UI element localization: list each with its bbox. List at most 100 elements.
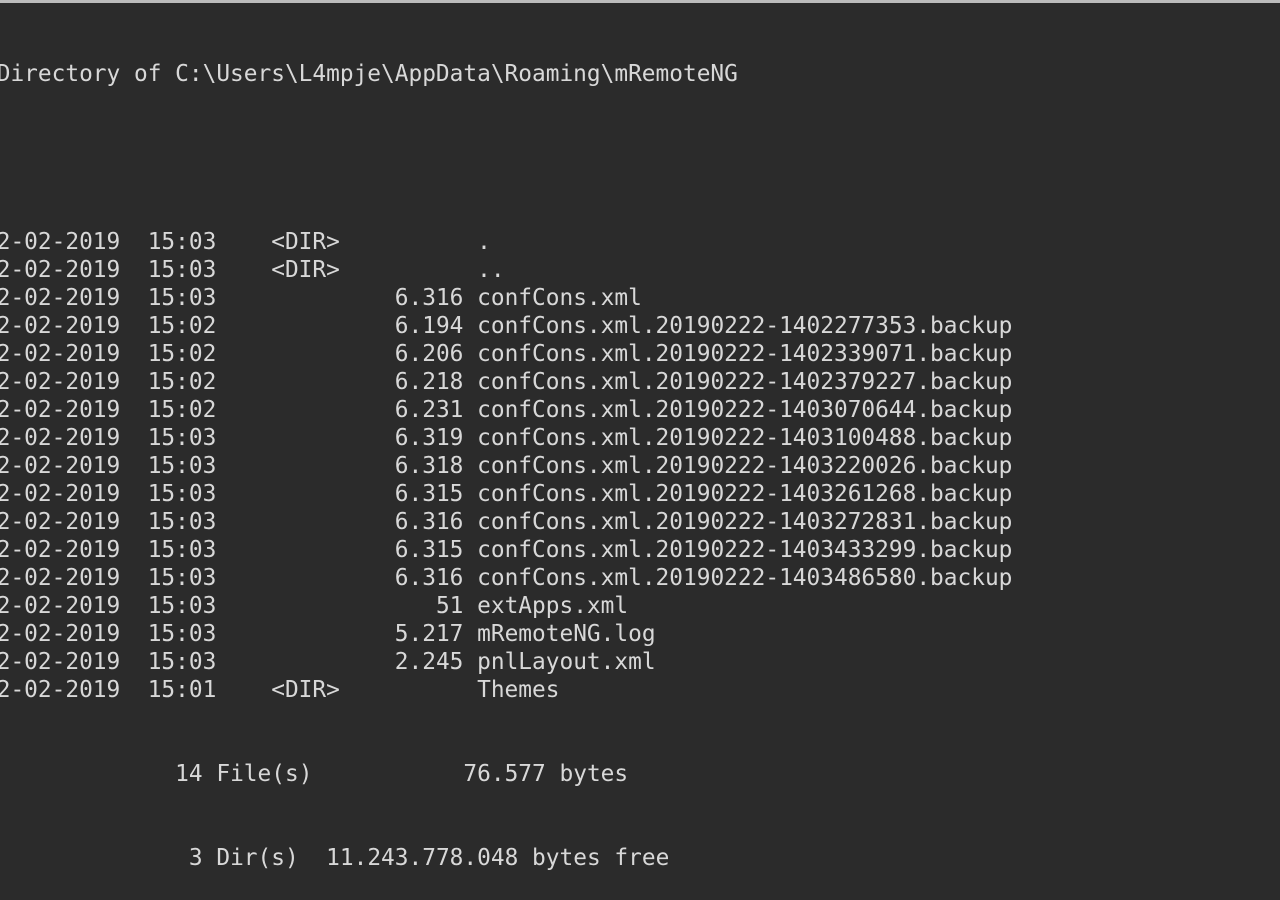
listing-row: 22-02-2019 15:02 6.218 confCons.xml.2019… [0, 368, 1280, 396]
files-bytes-pad [312, 761, 463, 787]
entry-name: confCons.xml.20190222-1403100488.backup [477, 425, 1013, 451]
entry-dir-marker: <DIR> [271, 229, 340, 255]
entry-size: 51 [435, 593, 464, 619]
files-bytes: 76.577 [463, 761, 546, 787]
dirs-summary-line: 3 Dir(s) 11.243.778.048 bytes free [0, 844, 1280, 872]
entry-date: 22-02-2019 [0, 649, 121, 675]
entry-date: 22-02-2019 [0, 397, 121, 423]
listing-row: 22-02-2019 15:03 6.315 confCons.xml.2019… [0, 480, 1280, 508]
listing-row: 22-02-2019 15:03 6.316 confCons.xml [0, 284, 1280, 312]
entry-name: confCons.xml.20190222-1403220026.backup [477, 453, 1013, 479]
entry-name: Themes [477, 677, 560, 703]
listing-row: 22-02-2019 15:03 2.245 pnlLayout.xml [0, 648, 1280, 676]
entry-size: 6.319 [394, 425, 464, 451]
entry-date: 22-02-2019 [0, 481, 121, 507]
entry-time: 15:03 [147, 593, 217, 619]
entry-name: confCons.xml.20190222-1403433299.backup [477, 537, 1013, 563]
entry-time: 15:03 [147, 481, 217, 507]
entry-size: 6.316 [394, 285, 464, 311]
listing-row: 22-02-2019 15:02 6.206 confCons.xml.2019… [0, 340, 1280, 368]
entry-name: confCons.xml.20190222-1403486580.backup [477, 565, 1013, 591]
entry-size: 6.206 [394, 341, 464, 367]
entry-time: 15:03 [147, 229, 217, 255]
entry-time: 15:02 [147, 313, 217, 339]
entry-date: 22-02-2019 [0, 453, 121, 479]
entry-size: 6.316 [394, 509, 464, 535]
entry-time: 15:02 [147, 397, 217, 423]
dirs-summary-pad [0, 845, 189, 871]
entry-time: 15:03 [147, 649, 217, 675]
listing-row: 22-02-2019 15:03 6.315 confCons.xml.2019… [0, 536, 1280, 564]
entry-time: 15:03 [147, 621, 217, 647]
listing-row: 22-02-2019 15:03 51 extApps.xml [0, 592, 1280, 620]
entry-date: 22-02-2019 [0, 677, 121, 703]
dirs-unit: bytes free [532, 845, 670, 871]
entry-size: 6.194 [394, 313, 464, 339]
entry-name: confCons.xml.20190222-1403272831.backup [477, 509, 1013, 535]
dirs-bytes-pad [299, 845, 326, 871]
listing-row: 22-02-2019 15:03 6.316 confCons.xml.2019… [0, 508, 1280, 536]
listing-row: 22-02-2019 15:03 6.316 confCons.xml.2019… [0, 564, 1280, 592]
listing-row: 22-02-2019 15:03 <DIR> .. [0, 256, 1280, 284]
entry-date: 22-02-2019 [0, 425, 121, 451]
listing-row: 22-02-2019 15:02 6.194 confCons.xml.2019… [0, 312, 1280, 340]
dirs-bytes: 11.243.778.048 [326, 845, 519, 871]
files-summary-pad [0, 761, 175, 787]
entry-time: 15:03 [147, 453, 217, 479]
entry-date: 22-02-2019 [0, 257, 121, 283]
entry-date: 22-02-2019 [0, 369, 121, 395]
entry-name: .. [477, 257, 505, 283]
window-top-border [0, 0, 1280, 3]
entry-name: extApps.xml [477, 593, 629, 619]
entry-time: 15:03 [147, 537, 217, 563]
entry-date: 22-02-2019 [0, 537, 121, 563]
listing-row: 22-02-2019 15:03 5.217 mRemoteNG.log [0, 620, 1280, 648]
entry-date: 22-02-2019 [0, 593, 121, 619]
entry-time: 15:03 [147, 425, 217, 451]
entry-date: 22-02-2019 [0, 565, 121, 591]
entry-size: 5.217 [394, 621, 464, 647]
entry-size: 6.231 [394, 397, 464, 423]
entry-name: confCons.xml.20190222-1403261268.backup [477, 481, 1013, 507]
dirs-count: 3 [188, 845, 203, 871]
files-label: File(s) [216, 761, 313, 787]
entry-time: 15:03 [147, 285, 217, 311]
dirs-label: Dir(s) [216, 845, 299, 871]
entry-size: 6.316 [394, 565, 464, 591]
entry-date: 22-02-2019 [0, 621, 121, 647]
entry-time: 15:03 [147, 257, 217, 283]
entry-date: 22-02-2019 [0, 509, 121, 535]
entry-size: 2.245 [394, 649, 464, 675]
entry-size: 6.315 [394, 537, 464, 563]
entry-name: confCons.xml.20190222-1402277353.backup [477, 313, 1013, 339]
entry-size: 6.318 [394, 453, 464, 479]
entry-name: confCons.xml [477, 285, 642, 311]
entry-date: 22-02-2019 [0, 313, 121, 339]
listing-row: 22-02-2019 15:02 6.231 confCons.xml.2019… [0, 396, 1280, 424]
entry-name: pnlLayout.xml [477, 649, 656, 675]
directory-listing: 22-02-2019 15:03 <DIR> .22-02-2019 15:03… [0, 228, 1280, 704]
entry-dir-marker: <DIR> [271, 677, 340, 703]
entry-size: 6.315 [394, 481, 464, 507]
entry-time: 15:01 [147, 677, 217, 703]
entry-name: . [477, 229, 491, 255]
entry-time: 15:02 [147, 369, 217, 395]
listing-row: 22-02-2019 15:03 6.318 confCons.xml.2019… [0, 452, 1280, 480]
entry-name: confCons.xml.20190222-1402379227.backup [477, 369, 1013, 395]
entry-date: 22-02-2019 [0, 285, 121, 311]
entry-time: 15:03 [147, 565, 217, 591]
files-unit: bytes [559, 761, 629, 787]
entry-size: 6.218 [394, 369, 464, 395]
listing-row: 22-02-2019 15:03 6.319 confCons.xml.2019… [0, 424, 1280, 452]
listing-row: 22-02-2019 15:01 <DIR> Themes [0, 676, 1280, 704]
entry-date: 22-02-2019 [0, 341, 121, 367]
entry-name: confCons.xml.20190222-1402339071.backup [477, 341, 1013, 367]
listing-row: 22-02-2019 15:03 <DIR> . [0, 228, 1280, 256]
entry-time: 15:03 [147, 509, 217, 535]
files-summary-line: 14 File(s) 76.577 bytes [0, 760, 1280, 788]
entry-time: 15:02 [147, 341, 217, 367]
terminal-output[interactable]: Directory of C:\Users\L4mpje\AppData\Roa… [0, 4, 1280, 900]
entry-dir-marker: <DIR> [271, 257, 340, 283]
entry-name: mRemoteNG.log [477, 621, 656, 647]
